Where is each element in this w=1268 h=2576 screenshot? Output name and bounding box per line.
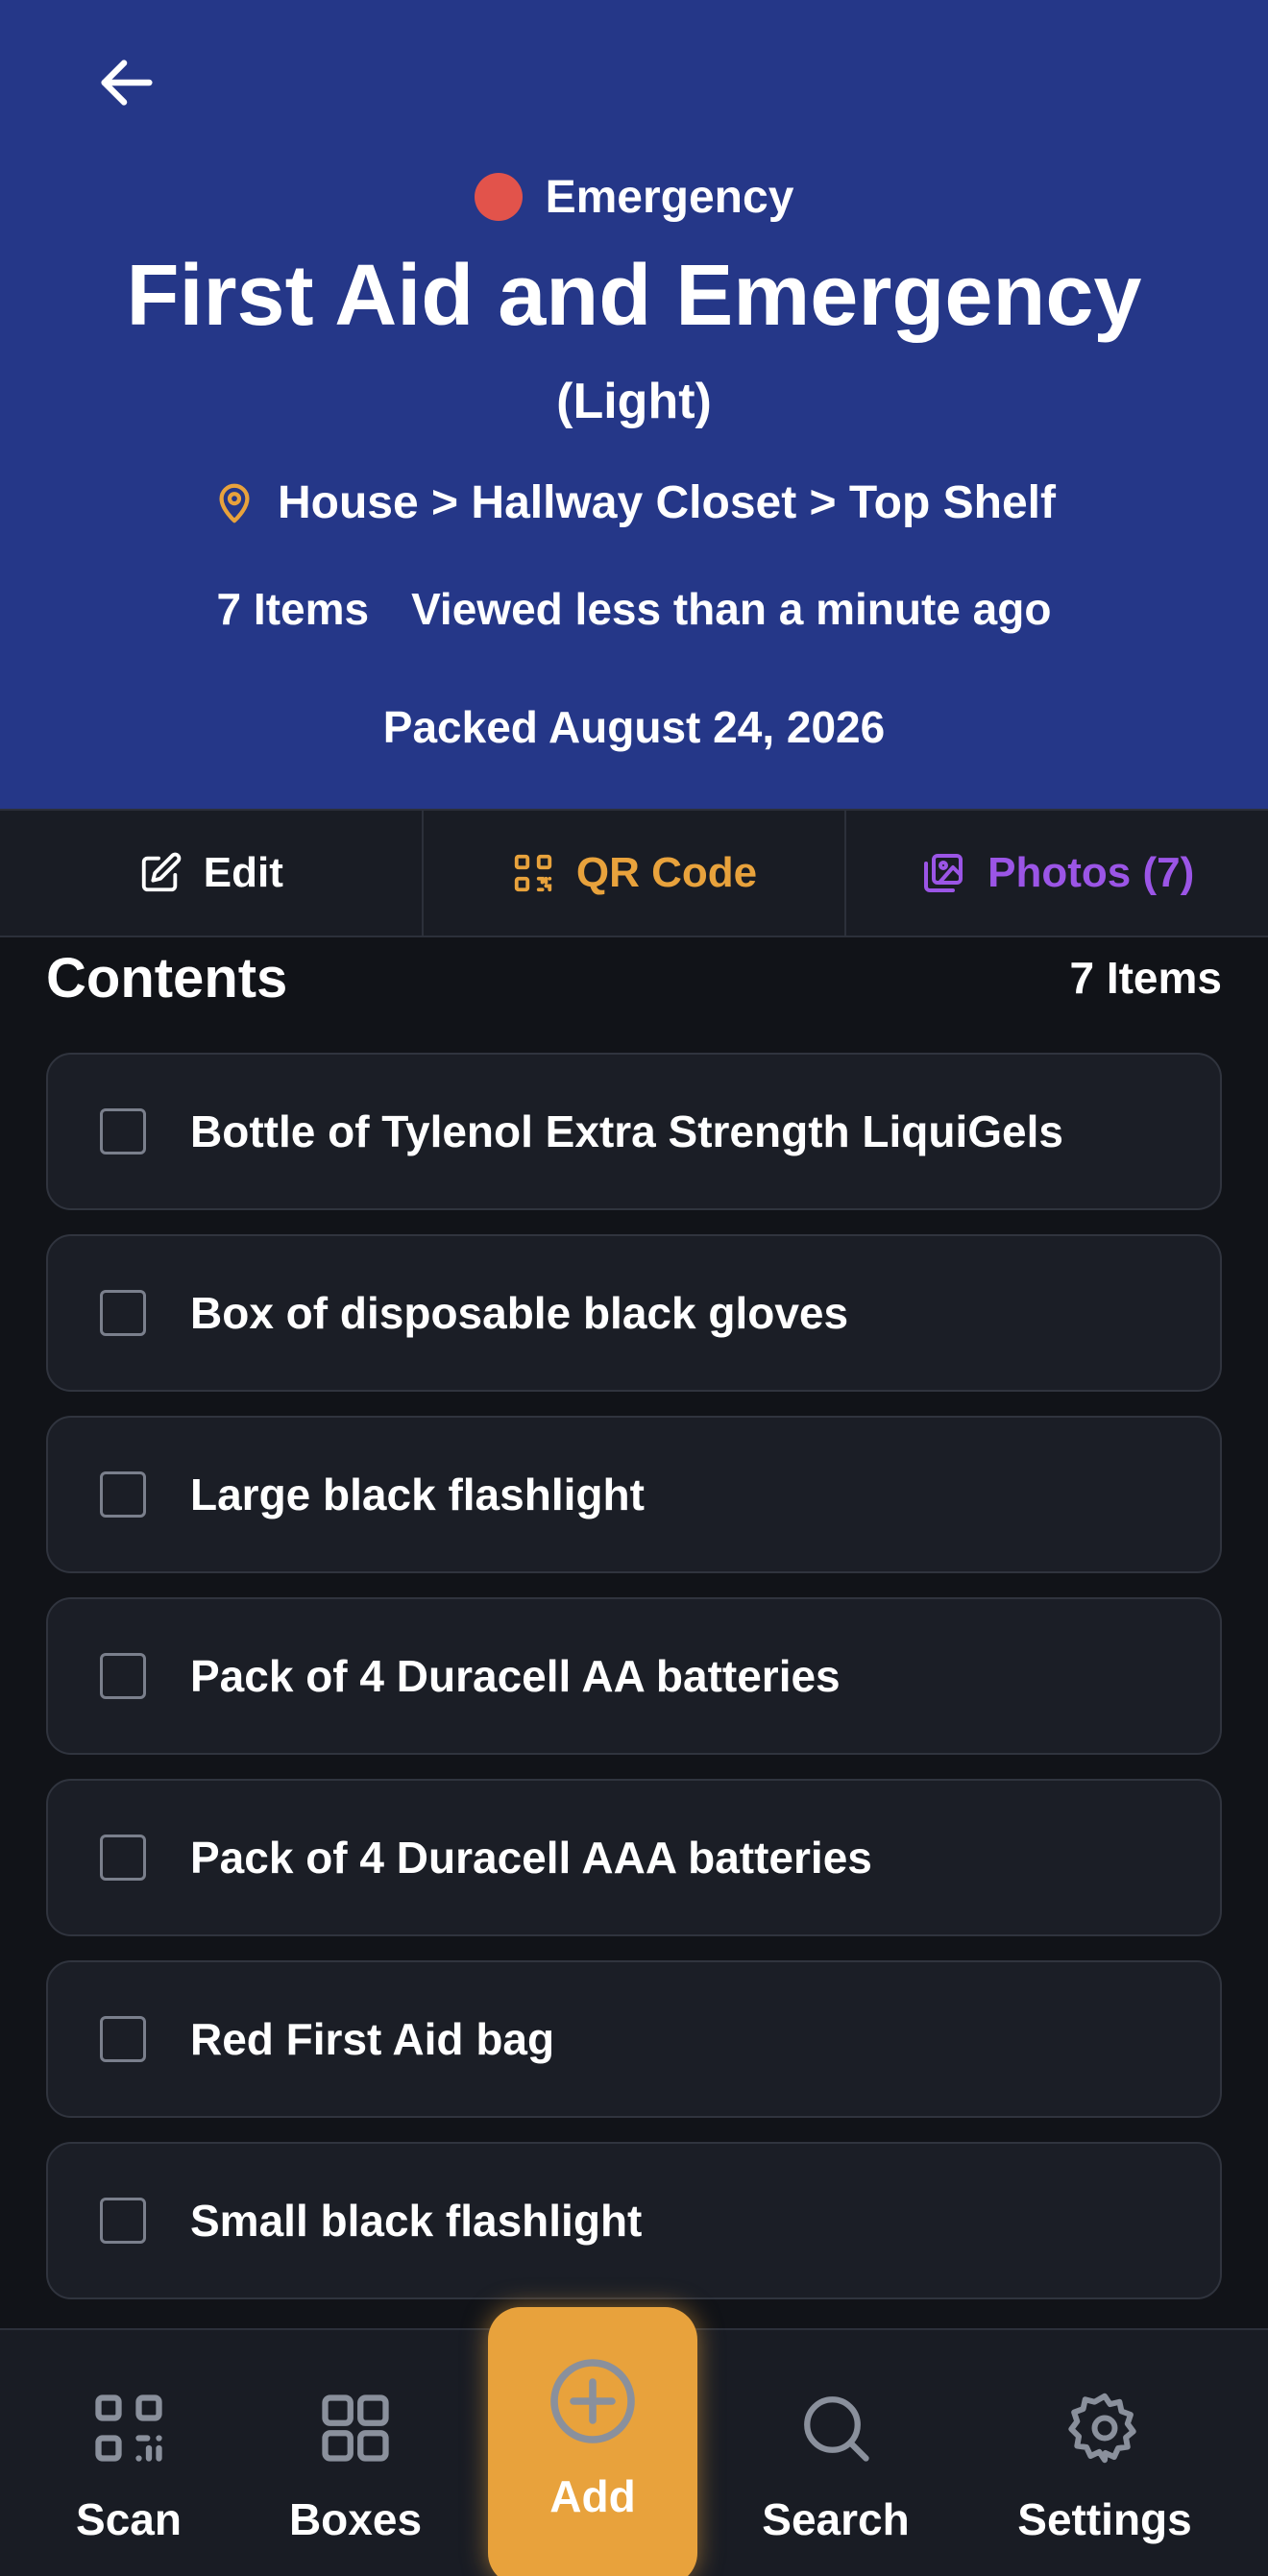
category-label: Emergency — [545, 171, 794, 223]
action-bar: Edit QR Code Photos (7) — [0, 809, 1268, 937]
item-label: Box of disposable black gloves — [190, 1288, 849, 1338]
location-breadcrumb: House > Hallway Closet > Top Shelf — [0, 471, 1268, 534]
item-checkbox[interactable] — [100, 2198, 146, 2244]
grid-icon — [322, 2394, 389, 2462]
nav-search-label: Search — [762, 2494, 910, 2544]
plus-circle-icon — [550, 2359, 635, 2443]
edit-label: Edit — [203, 849, 283, 896]
images-icon — [924, 854, 963, 892]
list-item[interactable]: Red First Aid bag — [46, 1960, 1222, 2118]
list-item[interactable]: Pack of 4 Duracell AAA batteries — [46, 1779, 1222, 1936]
box-title: First Aid and Emergency — [126, 248, 1142, 344]
box-header: Emergency First Aid and Emergency (Light… — [0, 0, 1268, 809]
nav-scan[interactable]: Scan — [61, 2330, 196, 2576]
location-path: House > Hallway Closet > Top Shelf — [278, 476, 1056, 528]
category-tag: Emergency — [0, 167, 1268, 227]
item-checkbox[interactable] — [100, 1290, 146, 1336]
photos-label: Photos (7) — [988, 849, 1195, 896]
box-subtitle: (Light) — [556, 374, 712, 429]
nav-boxes[interactable]: Boxes — [279, 2330, 432, 2576]
add-label: Add — [549, 2471, 636, 2521]
item-checkbox[interactable] — [100, 1108, 146, 1154]
item-label: Red First Aid bag — [190, 2014, 555, 2064]
nav-scan-label: Scan — [76, 2494, 182, 2544]
edit-button[interactable]: Edit — [0, 811, 422, 936]
pencil-square-icon — [141, 852, 182, 892]
item-label: Bottle of Tylenol Extra Strength LiquiGe… — [190, 1106, 1063, 1156]
item-checkbox[interactable] — [100, 1835, 146, 1881]
arrow-left-icon — [101, 60, 153, 106]
category-color-dot — [474, 173, 523, 221]
list-item[interactable]: Small black flashlight — [46, 2142, 1222, 2299]
last-viewed: Viewed less than a minute ago — [411, 584, 1052, 634]
packed-date: Packed August 24, 2026 — [382, 702, 886, 752]
item-checkbox[interactable] — [100, 1653, 146, 1699]
item-checkbox[interactable] — [100, 1471, 146, 1518]
list-item[interactable]: Bottle of Tylenol Extra Strength LiquiGe… — [46, 1053, 1222, 1210]
item-label: Small black flashlight — [190, 2196, 643, 2246]
item-count: 7 Items — [216, 584, 370, 634]
contents-header: Contents 7 Items — [46, 943, 1222, 1012]
back-button[interactable] — [88, 44, 165, 121]
search-icon — [804, 2396, 869, 2462]
list-item[interactable]: Large black flashlight — [46, 1416, 1222, 1573]
add-button[interactable]: Add — [488, 2307, 697, 2576]
box-meta: 7 Items Viewed less than a minute ago — [0, 578, 1268, 640]
nav-search[interactable]: Search — [749, 2330, 922, 2576]
item-label: Large black flashlight — [190, 1470, 645, 1519]
qr-code-button[interactable]: QR Code — [421, 811, 845, 936]
nav-boxes-label: Boxes — [288, 2494, 423, 2544]
qr-code-label: QR Code — [575, 849, 758, 896]
list-item[interactable]: Pack of 4 Duracell AA batteries — [46, 1597, 1222, 1755]
list-item[interactable]: Box of disposable black gloves — [46, 1234, 1222, 1392]
nav-settings[interactable]: Settings — [1001, 2330, 1208, 2576]
item-checkbox[interactable] — [100, 2016, 146, 2062]
photos-button[interactable]: Photos (7) — [844, 811, 1268, 936]
qr-code-icon — [514, 854, 552, 892]
item-label: Pack of 4 Duracell AA batteries — [190, 1651, 841, 1701]
map-pin-icon — [219, 483, 250, 523]
contents-title: Contents — [46, 946, 288, 1009]
qr-scan-icon — [95, 2394, 162, 2462]
gear-icon — [1068, 2393, 1136, 2464]
item-label: Pack of 4 Duracell AAA batteries — [190, 1833, 872, 1883]
contents-list: Bottle of Tylenol Extra Strength LiquiGe… — [46, 1053, 1222, 2323]
nav-settings-label: Settings — [1017, 2494, 1192, 2544]
contents-count: 7 Items — [1069, 953, 1222, 1003]
